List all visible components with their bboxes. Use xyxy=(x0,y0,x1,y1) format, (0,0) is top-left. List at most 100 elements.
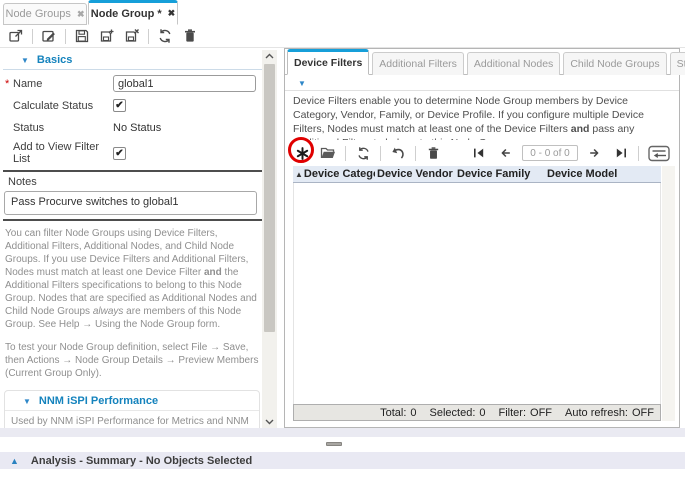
add-to-view-filter-checkbox[interactable]: ✔ xyxy=(113,147,126,160)
ispi-performance-section: ▼ NNM iSPI Performance Used by NNM iSPI … xyxy=(4,390,260,428)
refresh-button[interactable] xyxy=(156,27,174,45)
tab-additional-filters[interactable]: Additional Filters xyxy=(372,52,464,75)
tab-close-icon[interactable]: ✖ xyxy=(77,9,85,20)
name-input[interactable] xyxy=(113,75,256,92)
bottom-strip xyxy=(0,428,685,437)
selected-count: Selected:0 xyxy=(430,407,486,419)
scrollbar-thumb[interactable] xyxy=(264,64,275,332)
annotation-circle xyxy=(288,137,314,163)
collapse-icon[interactable]: ▼ xyxy=(21,56,29,65)
name-row: * Name xyxy=(5,75,262,92)
calculate-status-label: Calculate Status xyxy=(5,100,113,112)
tab-device-filters[interactable]: Device Filters xyxy=(287,49,369,75)
toolbar-separator xyxy=(148,29,149,44)
refresh-icon xyxy=(356,146,371,161)
section-divider xyxy=(3,170,262,172)
help-paragraph-1: You can filter Node Groups using Device … xyxy=(5,227,260,331)
first-page-button[interactable] xyxy=(470,144,488,162)
toolbar-separator xyxy=(638,146,639,161)
notes-input[interactable]: Pass Procurve switches to global1 xyxy=(4,191,257,215)
status-value: No Status xyxy=(113,122,161,134)
device-filters-description: Device Filters enable you to determine N… xyxy=(293,94,673,140)
tab-close-icon[interactable]: ✖ xyxy=(168,8,176,19)
first-page-icon xyxy=(472,146,486,160)
column-header-device-category[interactable]: ▲ Device Catego xyxy=(293,166,375,182)
previous-page-button[interactable] xyxy=(496,144,514,162)
tab-node-group[interactable]: Node Group * ✖ xyxy=(88,0,178,25)
undo-icon xyxy=(390,145,406,161)
view-filter-row: Add to View Filter List ✔ xyxy=(5,141,262,165)
next-page-button[interactable] xyxy=(586,144,604,162)
delete-button[interactable] xyxy=(181,27,199,45)
divider xyxy=(285,90,679,91)
expand-up-icon[interactable]: ▲ xyxy=(10,456,19,466)
open-in-new-window-icon xyxy=(8,28,24,44)
required-marker: * xyxy=(5,78,9,90)
scroll-up-icon[interactable] xyxy=(262,50,277,62)
delete-icon xyxy=(426,146,441,161)
tab-additional-nodes[interactable]: Additional Nodes xyxy=(467,52,560,75)
status-label: Status xyxy=(5,122,113,134)
nnmi-node-group-window: Node Groups ✖ Node Group * ✖ xyxy=(0,0,685,479)
calculate-status-checkbox[interactable]: ✔ xyxy=(113,99,126,112)
table-toolbar: 0 - 0 of 0 xyxy=(293,141,671,165)
auto-refresh-status: Auto refresh:OFF xyxy=(565,407,654,419)
column-header-device-vendor[interactable]: Device Vendor xyxy=(375,166,455,182)
notes-label: Notes xyxy=(8,176,262,188)
save-and-close-button[interactable] xyxy=(123,27,141,45)
total-count: Total:0 xyxy=(380,407,416,419)
last-page-icon xyxy=(614,146,628,160)
toolbar-separator xyxy=(32,29,33,44)
collapse-icon[interactable]: ▼ xyxy=(298,79,306,88)
open-button[interactable] xyxy=(319,144,337,162)
save-and-new-button[interactable] xyxy=(98,27,116,45)
last-page-button[interactable] xyxy=(612,144,630,162)
filters-tab-bar: Device Filters Additional Filters Additi… xyxy=(285,49,679,75)
form-toolbar xyxy=(0,25,685,48)
tab-child-node-groups[interactable]: Child Node Groups xyxy=(563,52,666,75)
ispi-title: NNM iSPI Performance xyxy=(39,395,158,407)
open-in-new-window-button[interactable] xyxy=(7,27,25,45)
form-scrollbar[interactable] xyxy=(262,50,277,428)
toolbar-separator xyxy=(415,146,416,161)
table-status-bar: Total:0 Selected:0 Filter:OFF Auto refre… xyxy=(293,404,661,421)
splitter-grip-icon[interactable] xyxy=(326,442,342,446)
open-folder-icon xyxy=(320,145,336,161)
delete-icon xyxy=(182,28,198,44)
refresh-icon xyxy=(157,28,173,44)
undo-button[interactable] xyxy=(389,144,407,162)
previous-page-icon xyxy=(498,146,512,160)
node-group-form: ▼ Basics * Name Calculate Status ✔ Statu… xyxy=(3,50,262,428)
tab-node-groups[interactable]: Node Groups ✖ xyxy=(3,3,87,25)
table-scrollbar-track[interactable] xyxy=(662,166,675,421)
window-tab-bar: Node Groups ✖ Node Group * ✖ xyxy=(0,0,685,25)
pagination-range-input[interactable]: 0 - 0 of 0 xyxy=(522,145,578,161)
save-and-new-icon xyxy=(99,28,115,44)
tab-status[interactable]: Status xyxy=(670,52,685,75)
restore-table-button[interactable] xyxy=(647,144,671,162)
edit-button[interactable] xyxy=(40,27,58,45)
scroll-down-icon[interactable] xyxy=(262,416,277,428)
column-header-device-family[interactable]: Device Family xyxy=(455,166,545,182)
filters-panel: Device Filters Additional Filters Additi… xyxy=(284,48,680,428)
column-header-device-model[interactable]: Device Model xyxy=(545,166,661,182)
restore-table-icon xyxy=(648,145,670,162)
save-and-close-icon xyxy=(124,28,140,44)
table-delete-button[interactable] xyxy=(424,144,442,162)
analysis-pane-header[interactable]: ▲ Analysis - Summary - No Objects Select… xyxy=(0,452,685,469)
table-refresh-button[interactable] xyxy=(354,144,372,162)
add-to-view-filter-label: Add to View Filter List xyxy=(5,141,113,165)
panel-splitter[interactable] xyxy=(0,437,685,452)
ispi-section-header[interactable]: ▼ NNM iSPI Performance xyxy=(5,391,259,411)
basics-section-header[interactable]: ▼ Basics xyxy=(3,50,262,70)
save-button[interactable] xyxy=(73,27,91,45)
toolbar-separator xyxy=(345,146,346,161)
next-page-icon xyxy=(588,146,602,160)
filter-status: Filter:OFF xyxy=(499,407,553,419)
save-icon xyxy=(74,28,90,44)
collapse-icon[interactable]: ▼ xyxy=(23,397,31,406)
sort-ascending-icon: ▲ xyxy=(295,170,303,179)
basics-title: Basics xyxy=(37,54,72,66)
tab-node-groups-label: Node Groups xyxy=(6,8,71,20)
section-divider xyxy=(3,219,262,221)
